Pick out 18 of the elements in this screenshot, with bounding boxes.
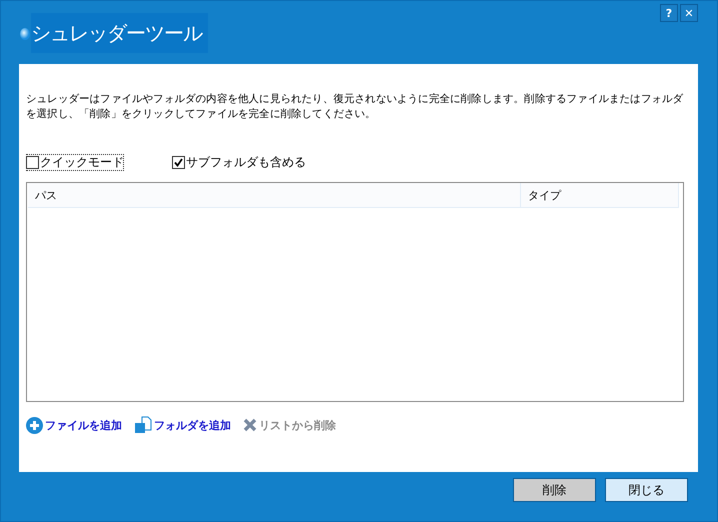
plus-icon	[26, 416, 43, 434]
add-folder-link[interactable]: フォルダを追加	[134, 416, 231, 434]
window-title: シュレッダーツール	[31, 13, 208, 53]
checkbox-label: クイックモード	[40, 154, 124, 171]
documents-icon	[134, 416, 152, 434]
cross-icon	[243, 418, 257, 432]
delete-button[interactable]: 削除	[513, 478, 596, 502]
add-file-link[interactable]: ファイルを追加	[26, 416, 122, 434]
checkbox-label: サブフォルダも含める	[186, 154, 306, 171]
checkbox[interactable]	[26, 156, 39, 169]
column-header[interactable]: パス	[28, 183, 521, 207]
column-header[interactable]: タイプ	[521, 183, 679, 207]
close-button[interactable]: ✕	[680, 4, 698, 22]
droplet-icon	[19, 25, 31, 41]
help-button[interactable]: ?	[660, 4, 678, 22]
close-dialog-button[interactable]: 閉じる	[605, 478, 688, 502]
description-text: シュレッダーはファイルやフォルダの内容を他人に見られたり、復元されないように完全に削除します。削除するファイルまたはフォルダを選択し、「削除」をクリックしてファイルを完全に削除してください。	[26, 92, 684, 122]
checkbox[interactable]	[172, 156, 185, 169]
